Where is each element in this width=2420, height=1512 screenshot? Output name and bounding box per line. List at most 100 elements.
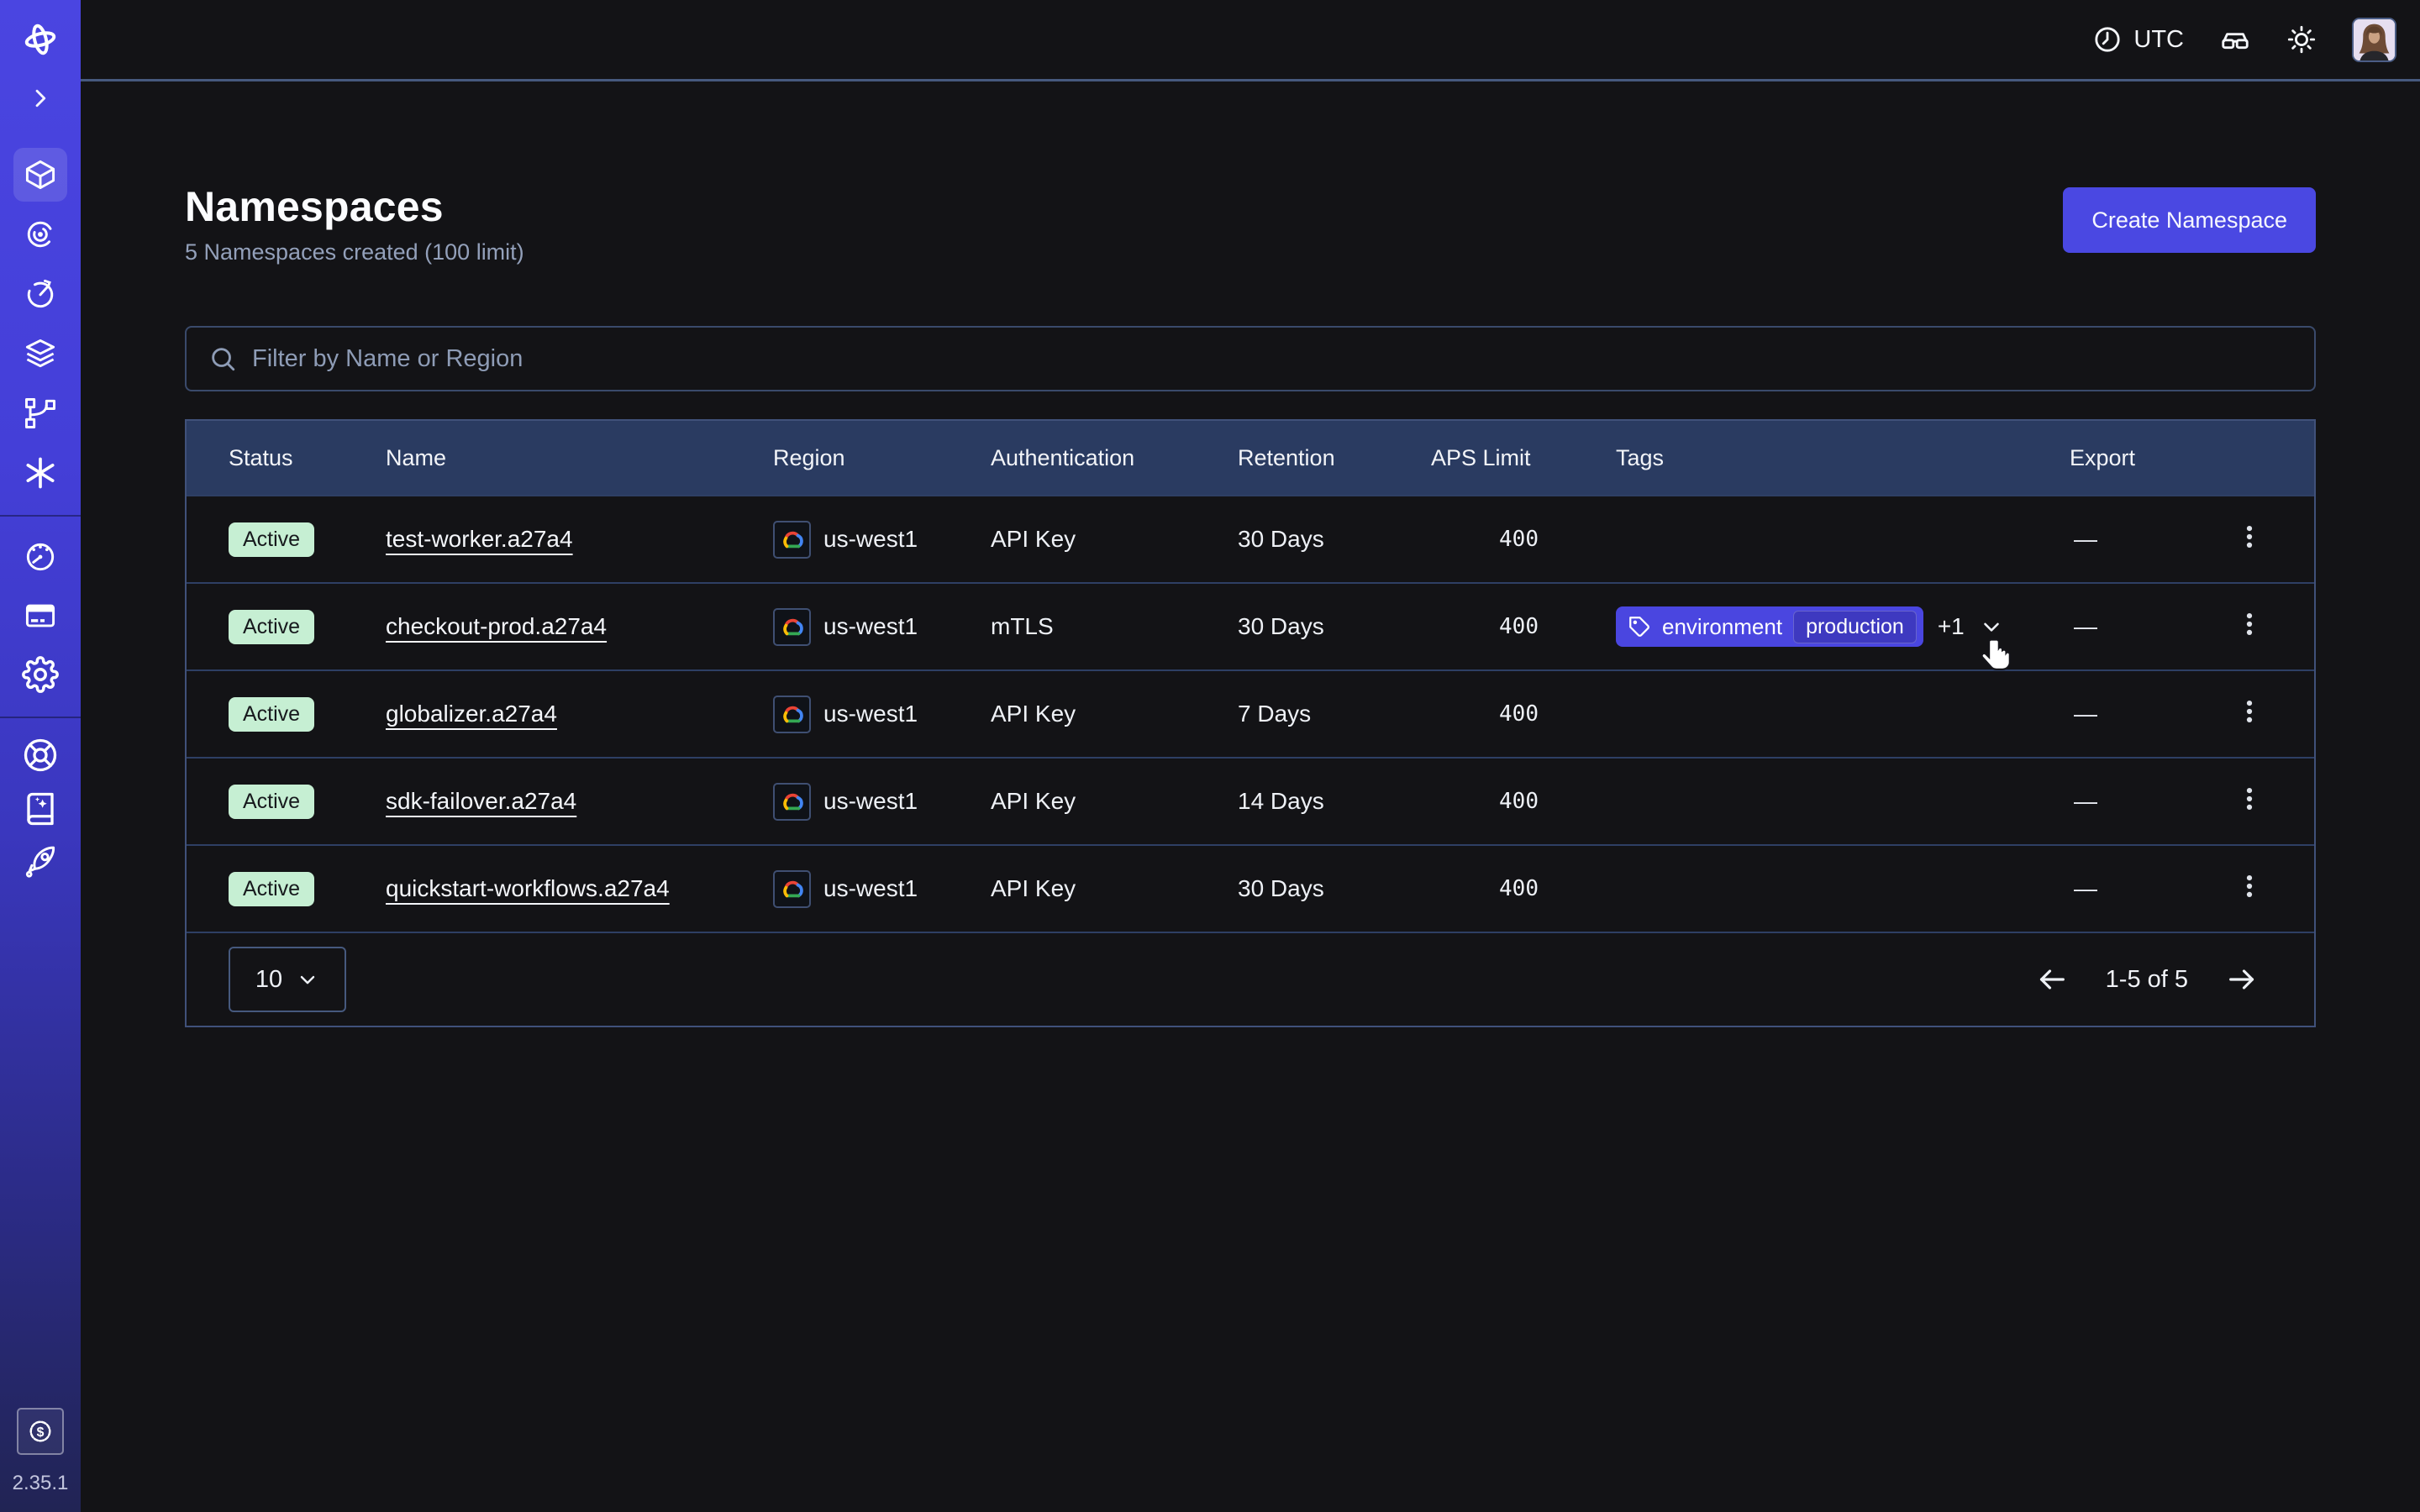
row-menu-button[interactable] [2235, 522, 2264, 551]
column-header-name: Name [386, 445, 773, 471]
row-menu-button[interactable] [2235, 697, 2264, 726]
aps-limit-value: 400 [1431, 527, 1557, 552]
row-menu-button[interactable] [2235, 872, 2264, 900]
filter-input[interactable] [252, 345, 2292, 373]
namespace-link[interactable]: sdk-failover.a27a4 [386, 788, 576, 814]
export-value: — [2070, 701, 2212, 727]
credits-badge-button[interactable]: $ [17, 1408, 64, 1455]
theme-toggle-button[interactable] [2286, 24, 2317, 55]
cube-icon [22, 156, 59, 193]
namespace-link[interactable]: checkout-prod.a27a4 [386, 613, 607, 639]
column-header-tags: Tags [1557, 445, 2070, 471]
tag-value: production [1793, 611, 1917, 643]
column-header-status: Status [229, 445, 386, 471]
sidebar-item-docs[interactable] [13, 784, 67, 834]
sidebar-item-schedules[interactable] [13, 267, 67, 321]
auth-value: mTLS [991, 613, 1238, 640]
auth-value: API Key [991, 701, 1238, 727]
tag-icon [1628, 616, 1651, 638]
gcp-region-icon [773, 783, 811, 821]
page-header: Namespaces 5 Namespaces created (100 lim… [185, 182, 2316, 265]
gauge-icon [22, 538, 59, 575]
aps-limit-value: 400 [1431, 876, 1557, 901]
status-badge: Active [229, 697, 314, 732]
aps-limit-value: 400 [1431, 789, 1557, 814]
export-value: — [2070, 875, 2212, 902]
rocket-icon [22, 844, 59, 881]
retention-value: 30 Days [1238, 875, 1431, 902]
auth-value: API Key [991, 788, 1238, 815]
sidebar-item-usage[interactable] [13, 530, 67, 584]
main-content: Namespaces 5 Namespaces created (100 lim… [81, 182, 2420, 1027]
page-size-value: 10 [255, 966, 282, 994]
page-subtitle: 5 Namespaces created (100 limit) [185, 239, 524, 265]
gcp-region-icon [773, 870, 811, 908]
row-menu-button[interactable] [2235, 610, 2264, 638]
sun-icon [2286, 24, 2317, 55]
sidebar-item-nexus[interactable] [13, 446, 67, 500]
aps-limit-value: 400 [1431, 701, 1557, 727]
sidebar: $ 2.35.1 [0, 0, 81, 1512]
sidebar-nav-primary [13, 148, 67, 500]
lifebuoy-icon [23, 738, 58, 773]
sidebar-item-deployments[interactable] [13, 386, 67, 440]
timezone-label: UTC [2133, 26, 2184, 54]
retention-value: 14 Days [1238, 788, 1431, 815]
gcp-region-icon [773, 521, 811, 559]
column-header-retention: Retention [1238, 445, 1431, 471]
table-row: Active quickstart-workflows.a27a4 us-wes… [187, 844, 2314, 932]
page-size-select[interactable]: 10 [229, 947, 346, 1012]
next-page-button[interactable] [2225, 963, 2259, 996]
region-label: us-west1 [823, 613, 918, 640]
namespace-link[interactable]: globalizer.a27a4 [386, 701, 557, 727]
retention-value: 30 Days [1238, 613, 1431, 640]
sidebar-item-getting-started[interactable] [13, 837, 67, 888]
prev-page-button[interactable] [2035, 963, 2069, 996]
region-label: us-west1 [823, 701, 918, 727]
namespaces-table: Status Name Region Authentication Retent… [185, 419, 2316, 1027]
search-icon [208, 344, 237, 373]
svg-text:$: $ [37, 1425, 45, 1440]
sidebar-item-stacks[interactable] [13, 327, 67, 381]
export-value: — [2070, 613, 2212, 640]
layers-icon [22, 335, 59, 372]
user-avatar[interactable] [2352, 18, 2396, 62]
gcp-region-icon [773, 696, 811, 733]
clock-icon [2093, 25, 2122, 54]
table-row: Active globalizer.a27a4 us-west1 API Key… [187, 669, 2314, 757]
namespace-link[interactable]: quickstart-workflows.a27a4 [386, 875, 670, 901]
timezone-selector[interactable]: UTC [2093, 25, 2184, 54]
billing-card-icon [22, 597, 59, 634]
region-label: us-west1 [823, 526, 918, 553]
namespace-link[interactable]: test-worker.a27a4 [386, 526, 573, 552]
sidebar-expand-chevron-icon[interactable] [24, 82, 56, 114]
retention-value: 7 Days [1238, 701, 1431, 727]
sidebar-item-settings[interactable] [13, 648, 67, 701]
sidebar-nav-help [13, 730, 67, 888]
tags-more-count: +1 [1938, 613, 1965, 640]
sidebar-item-support[interactable] [13, 730, 67, 780]
tags-expand-chevron-icon[interactable] [1979, 614, 2004, 639]
data-encoder-button[interactable] [2219, 24, 2251, 55]
page-title: Namespaces [185, 182, 524, 231]
row-menu-button[interactable] [2235, 785, 2264, 813]
table-row: Active sdk-failover.a27a4 us-west1 API K… [187, 757, 2314, 844]
tag-chip[interactable]: environment production [1616, 606, 1923, 647]
sidebar-item-workflows[interactable] [13, 207, 67, 261]
column-header-aps-limit: APS Limit [1431, 445, 1557, 471]
temporal-logo[interactable] [19, 18, 61, 60]
branch-icon [22, 395, 59, 432]
glasses-icon [2219, 24, 2251, 55]
sidebar-nav-account [13, 530, 67, 701]
chevron-down-icon [296, 968, 319, 991]
gear-icon [22, 656, 59, 693]
status-badge: Active [229, 785, 314, 819]
sidebar-item-billing[interactable] [13, 589, 67, 643]
mouse-cursor [1980, 637, 2013, 675]
sidebar-item-namespaces[interactable] [13, 148, 67, 202]
tag-key: environment [1662, 614, 1782, 640]
sidebar-divider [0, 717, 81, 718]
create-namespace-button[interactable]: Create Namespace [2063, 187, 2316, 253]
status-badge: Active [229, 522, 314, 557]
filter-bar [185, 326, 2316, 391]
